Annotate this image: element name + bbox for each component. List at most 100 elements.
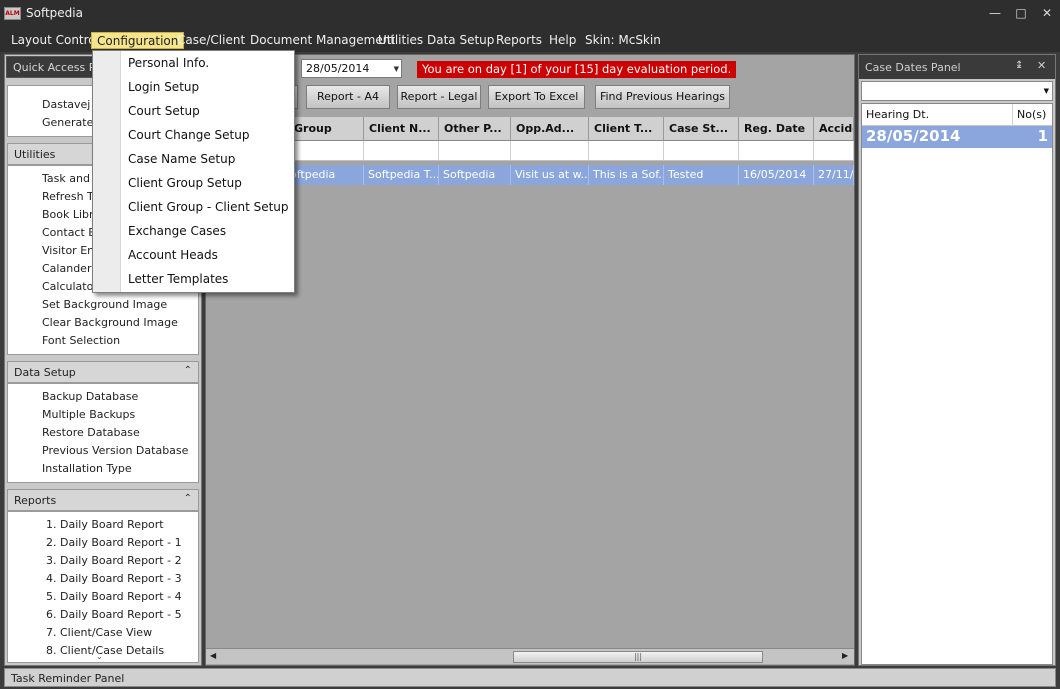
nav-report-8[interactable]: 8. Client/Case Details [46, 644, 164, 657]
menu-icon-strip [93, 51, 121, 292]
col-header-opp-advocate[interactable]: Opp.Ad... [511, 117, 589, 141]
nav-calculator[interactable]: Calculator [42, 280, 98, 293]
table-cell[interactable]: This is a Sof... [589, 165, 664, 185]
date-picker[interactable]: 28/05/2014 ▼ [301, 59, 402, 78]
nav-backup-database[interactable]: Backup Database [42, 390, 138, 403]
col-header-case-status[interactable]: Case St... [664, 117, 739, 141]
scroll-left-icon[interactable]: ◀ [210, 651, 216, 660]
menu-case-client[interactable]: Case/Client [172, 32, 250, 49]
nav-report-6[interactable]: 6. Daily Board Report - 5 [46, 608, 182, 621]
data-setup-body: Backup Database Multiple Backups Restore… [7, 383, 199, 483]
menu-item-court-setup[interactable]: Court Setup [128, 104, 200, 118]
dropdown-arrow-icon[interactable]: ▼ [394, 65, 399, 73]
reports-title: Reports [14, 494, 57, 507]
filter-cell[interactable] [589, 141, 664, 161]
window-title: Softpedia [26, 6, 83, 20]
scroll-right-icon[interactable]: ▶ [842, 651, 848, 660]
close-icon[interactable]: ✕ [1037, 59, 1046, 72]
nav-clear-background[interactable]: Clear Background Image [42, 316, 178, 329]
collapse-chevron-icon[interactable]: ⌃ [184, 493, 192, 504]
menu-help[interactable]: Help [544, 32, 581, 49]
case-dates-title: Case Dates Panel [865, 61, 961, 74]
report-legal-button[interactable]: Report - Legal [397, 85, 481, 109]
filter-cell[interactable] [511, 141, 589, 161]
dropdown-arrow-icon[interactable]: ▼ [1044, 87, 1049, 95]
menu-item-court-change-setup[interactable]: Court Change Setup [128, 128, 249, 142]
reports-body: 1. Daily Board Report 2. Daily Board Rep… [7, 511, 199, 663]
scroll-thumb[interactable]: ||| [513, 651, 763, 663]
filter-cell[interactable] [364, 141, 439, 161]
col-header-reg-date[interactable]: Reg. Date [739, 117, 814, 141]
case-dates-filter-combo[interactable]: ▼ [861, 81, 1053, 101]
menu-configuration[interactable]: Configuration [91, 32, 185, 49]
col-header-client-name[interactable]: Client N... [364, 117, 439, 141]
menu-utilities[interactable]: Utilities [373, 32, 428, 49]
col-header-client-type[interactable]: Client T... [589, 117, 664, 141]
nav-report-5[interactable]: 5. Daily Board Report - 4 [46, 590, 182, 603]
col-header-other-party[interactable]: Other P... [439, 117, 511, 141]
menu-item-client-group-setup[interactable]: Client Group Setup [128, 176, 242, 190]
maximize-icon[interactable]: □ [1014, 6, 1028, 20]
nav-report-1[interactable]: 1. Daily Board Report [46, 518, 164, 531]
filter-cell[interactable] [439, 141, 511, 161]
task-reminder-panel[interactable]: Task Reminder Panel [4, 668, 1056, 687]
nav-generate[interactable]: Generate [42, 116, 93, 129]
filter-cell[interactable] [739, 141, 814, 161]
menu-skin[interactable]: Skin: McSkin [580, 32, 666, 49]
menu-item-client-group-client-setup[interactable]: Client Group - Client Setup [128, 200, 289, 214]
table-cell[interactable]: 27/11/2 [814, 165, 854, 185]
minimize-icon[interactable]: — [988, 6, 1002, 20]
menu-item-account-heads[interactable]: Account Heads [128, 248, 218, 262]
close-icon[interactable]: ✕ [1040, 6, 1054, 20]
menu-reports[interactable]: Reports [491, 32, 547, 49]
nav-visitor-entry[interactable]: Visitor Ent [42, 244, 98, 257]
menu-item-login-setup[interactable]: Login Setup [128, 80, 199, 94]
table-cell[interactable]: Tested [664, 165, 739, 185]
col-header-accident[interactable]: Accide [814, 117, 854, 141]
hearing-date-value: 28/05/2014 [866, 127, 961, 145]
nav-multiple-backups[interactable]: Multiple Backups [42, 408, 135, 421]
menu-item-letter-templates[interactable]: Letter Templates [128, 272, 228, 286]
menu-layout-control[interactable]: Layout Control [6, 32, 104, 49]
nav-set-background[interactable]: Set Background Image [42, 298, 167, 311]
nav-previous-version[interactable]: Previous Version Database [42, 444, 188, 457]
menu-data-setup[interactable]: Data Setup [422, 32, 499, 49]
menu-bar: Layout Control Configuration Case/Client… [0, 28, 1060, 52]
export-excel-button[interactable]: Export To Excel [488, 85, 585, 109]
collapse-chevron-icon[interactable]: ⌃ [184, 365, 192, 376]
date-value: 28/05/2014 [306, 62, 370, 75]
horizontal-scrollbar[interactable]: ◀ ||| ▶ [206, 648, 854, 664]
nav-refresh[interactable]: Refresh Ta [42, 190, 99, 203]
filter-cell[interactable] [664, 141, 739, 161]
menu-item-case-name-setup[interactable]: Case Name Setup [128, 152, 235, 166]
nav-installation-type[interactable]: Installation Type [42, 462, 132, 475]
col-header-hearing-date[interactable]: Hearing Dt. [862, 104, 1012, 126]
reports-header[interactable]: Reports ⌃ [7, 489, 199, 511]
nav-report-3[interactable]: 3. Daily Board Report - 2 [46, 554, 182, 567]
case-dates-panel: Case Dates Panel ↨ ✕ ▼ Hearing Dt. No(s)… [858, 54, 1056, 666]
evaluation-banner: You are on day [1] of your [15] day eval… [417, 61, 737, 78]
nav-restore-database[interactable]: Restore Database [42, 426, 140, 439]
scroll-down-chevron-icon[interactable]: ⌄ [96, 652, 103, 661]
configuration-dropdown-menu: Personal Info. Login Setup Court Setup C… [92, 50, 295, 293]
menu-item-exchange-cases[interactable]: Exchange Cases [128, 224, 226, 238]
nav-report-4[interactable]: 4. Daily Board Report - 3 [46, 572, 182, 585]
data-setup-header[interactable]: Data Setup ⌃ [7, 361, 199, 383]
title-bar: ALM Softpedia — □ ✕ [0, 0, 1060, 28]
table-cell[interactable]: Softpedia [439, 165, 511, 185]
table-row[interactable]: 28/05/2014 1 [862, 126, 1052, 148]
report-a4-button[interactable]: Report - A4 [306, 85, 390, 109]
nav-font-selection[interactable]: Font Selection [42, 334, 120, 347]
menu-item-personal-info[interactable]: Personal Info. [128, 56, 209, 70]
nav-calander[interactable]: Calander [42, 262, 91, 275]
pin-icon[interactable]: ↨ [1015, 60, 1023, 71]
table-cell[interactable]: 16/05/2014 [739, 165, 814, 185]
find-previous-hearings-button[interactable]: Find Previous Hearings [595, 85, 730, 109]
nav-report-2[interactable]: 2. Daily Board Report - 1 [46, 536, 182, 549]
table-cell[interactable]: Visit us at w... [511, 165, 589, 185]
nav-report-7[interactable]: 7. Client/Case View [46, 626, 152, 639]
main-content-pane: 28/05/2014 ▼ You are on day [1] of your … [205, 54, 855, 666]
filter-cell[interactable] [814, 141, 854, 161]
table-cell[interactable]: Softpedia T... [364, 165, 439, 185]
col-header-count[interactable]: No(s) [1012, 104, 1052, 126]
